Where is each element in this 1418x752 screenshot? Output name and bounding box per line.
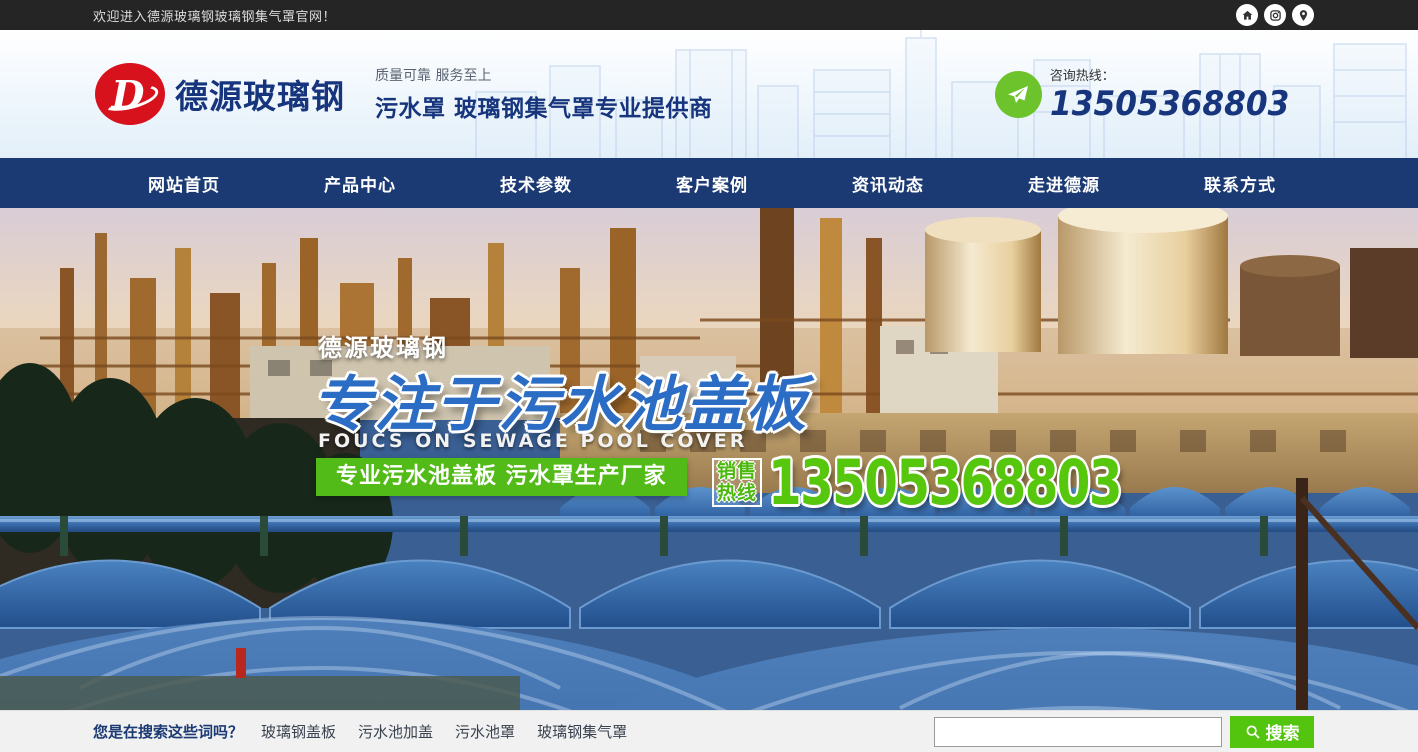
topbar-social-icons xyxy=(1236,4,1314,26)
search-box: 搜索 xyxy=(934,716,1314,748)
logo-icon: D xyxy=(95,63,165,125)
nav-item-cases[interactable]: 客户案例 xyxy=(624,158,800,208)
main-nav: 网站首页 产品中心 技术参数 客户案例 资讯动态 走进德源 联系方式 xyxy=(0,158,1418,208)
hero-subheadline: FOUCS ON SEWAGE POOL COVER xyxy=(318,430,747,452)
instagram-icon[interactable] xyxy=(1264,4,1286,26)
sales-label-line1: 销售 xyxy=(717,461,757,482)
keyword-link-2[interactable]: 污水池加盖 xyxy=(358,721,433,742)
home-icon[interactable] xyxy=(1236,4,1258,26)
search-icon xyxy=(1245,724,1261,740)
slogan-small: 质量可靠 服务至上 xyxy=(375,65,713,85)
hot-keywords: 玻璃钢盖板 污水池加盖 污水池罩 玻璃钢集气罩 xyxy=(261,721,627,742)
sales-hotline-label: 销售 热线 xyxy=(712,458,762,507)
header: D 德源玻璃钢 质量可靠 服务至上 污水罩 玻璃钢集气罩专业提供商 咨询热线： … xyxy=(0,30,1418,158)
search-bar: 您是在搜索这些词吗？ 玻璃钢盖板 污水池加盖 污水池罩 玻璃钢集气罩 搜索 xyxy=(0,710,1418,752)
page: 欢迎进入德源玻璃钢玻璃钢集气罩官网！ xyxy=(0,0,1418,752)
nav-item-specs[interactable]: 技术参数 xyxy=(448,158,624,208)
nav-item-home[interactable]: 网站首页 xyxy=(96,158,272,208)
header-inner: D 德源玻璃钢 质量可靠 服务至上 污水罩 玻璃钢集气罩专业提供商 咨询热线： … xyxy=(0,30,1418,158)
hotline: 咨询热线： 13505368803 xyxy=(995,65,1310,124)
logo[interactable]: D 德源玻璃钢 xyxy=(95,63,345,125)
topbar: 欢迎进入德源玻璃钢玻璃钢集气罩官网！ xyxy=(0,0,1418,30)
hero-sales-hotline: 销售 热线 13505368803 xyxy=(712,446,1221,519)
nav-item-news[interactable]: 资讯动态 xyxy=(800,158,976,208)
search-button[interactable]: 搜索 xyxy=(1230,716,1314,748)
search-button-label: 搜索 xyxy=(1266,719,1300,744)
sales-hotline-number: 13505368803 xyxy=(768,446,1121,519)
hotline-label: 咨询热线： xyxy=(1050,65,1310,84)
keyword-link-1[interactable]: 玻璃钢盖板 xyxy=(261,721,336,742)
hotline-number: 13505368803 xyxy=(1050,84,1289,124)
keyword-link-4[interactable]: 玻璃钢集气罩 xyxy=(537,721,627,742)
paper-plane-icon xyxy=(995,71,1042,118)
hotline-text: 咨询热线： 13505368803 xyxy=(1050,65,1310,124)
header-slogan: 质量可靠 服务至上 污水罩 玻璃钢集气罩专业提供商 xyxy=(375,65,713,123)
nav-item-products[interactable]: 产品中心 xyxy=(272,158,448,208)
welcome-text: 欢迎进入德源玻璃钢玻璃钢集气罩官网！ xyxy=(93,6,336,25)
location-icon[interactable] xyxy=(1292,4,1314,26)
nav-item-contact[interactable]: 联系方式 xyxy=(1152,158,1328,208)
logo-text: 德源玻璃钢 xyxy=(175,70,345,118)
search-prompt: 您是在搜索这些词吗？ xyxy=(93,721,243,742)
nav-item-about[interactable]: 走进德源 xyxy=(976,158,1152,208)
search-input[interactable] xyxy=(934,717,1222,747)
slogan-big: 污水罩 玻璃钢集气罩专业提供商 xyxy=(375,89,713,123)
sales-label-line2: 热线 xyxy=(717,483,757,504)
keyword-link-3[interactable]: 污水池罩 xyxy=(455,721,515,742)
hero-badge: 专业污水池盖板 污水罩生产厂家 xyxy=(316,458,687,496)
hero-banner: 德源玻璃钢 专注于污水池盖板 FOUCS ON SEWAGE POOL COVE… xyxy=(0,208,1418,710)
